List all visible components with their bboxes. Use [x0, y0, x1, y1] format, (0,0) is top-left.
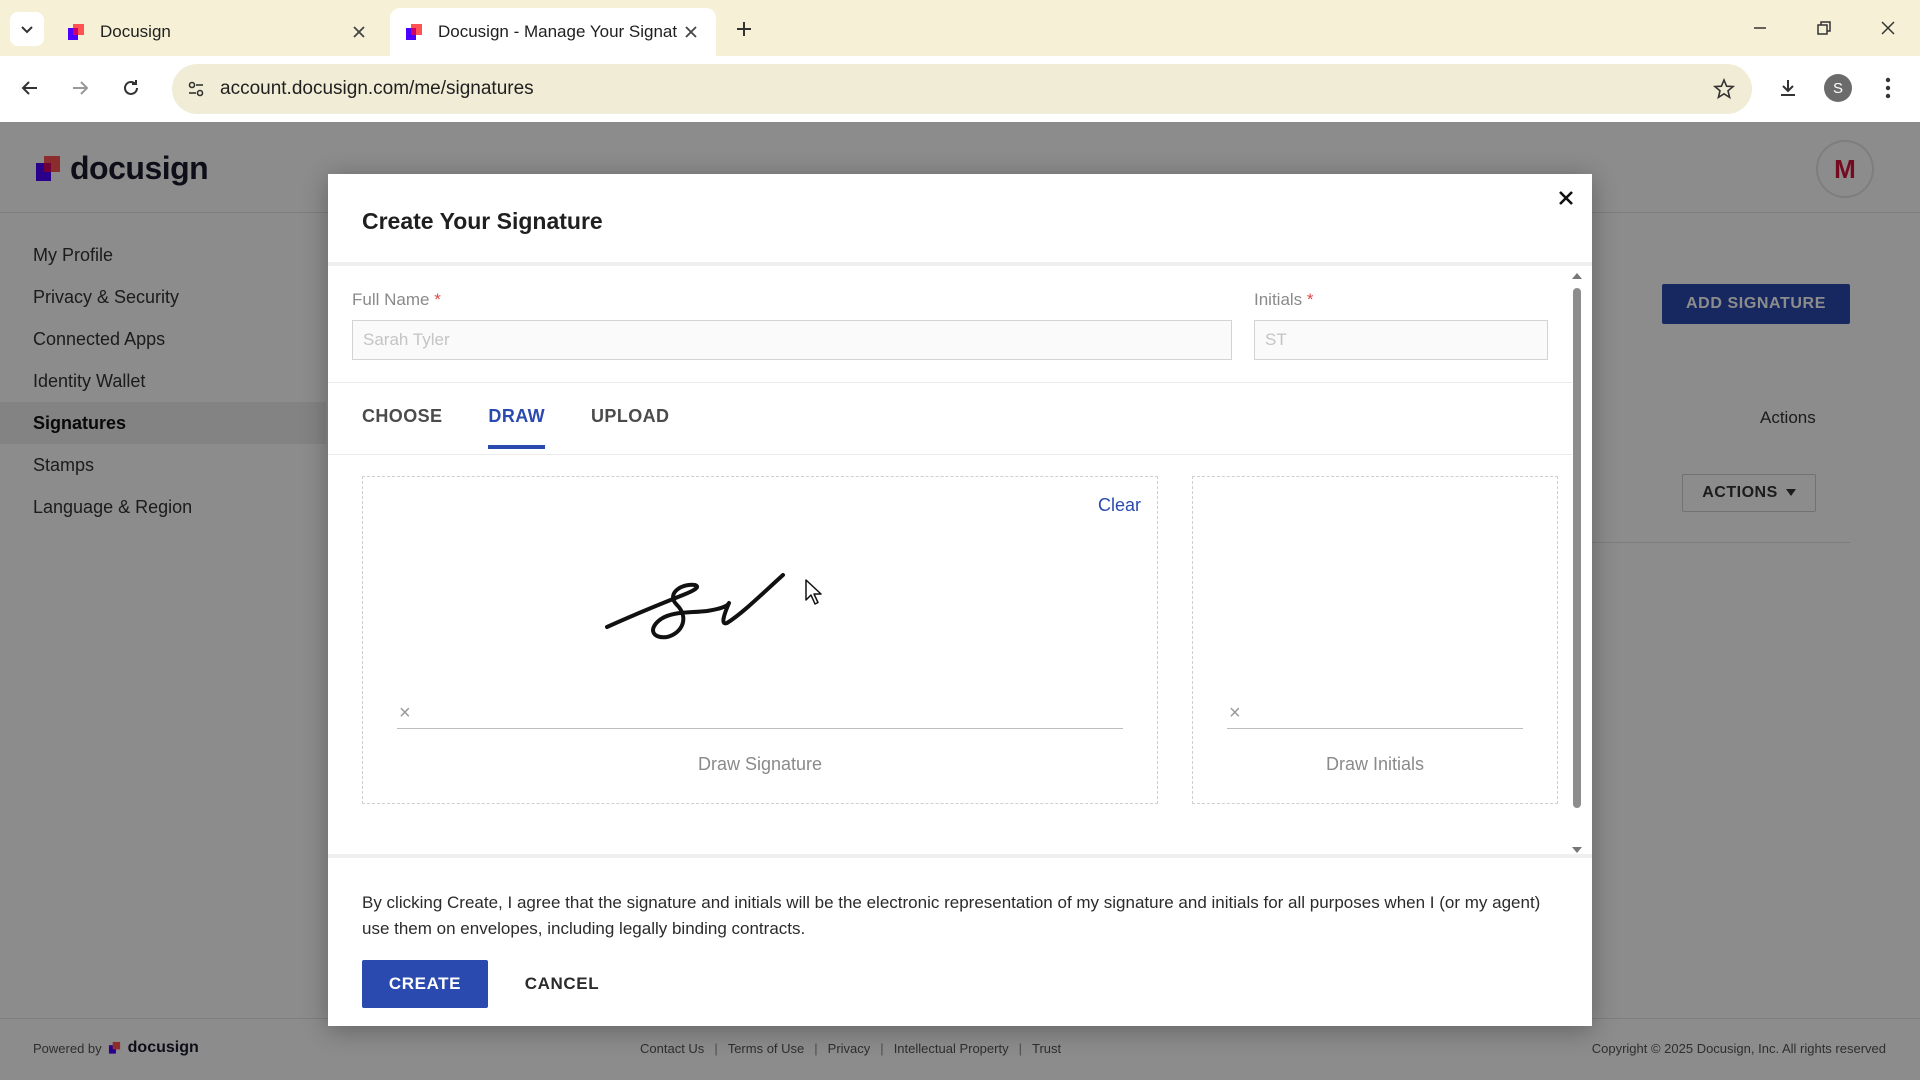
- cancel-button[interactable]: CANCEL: [512, 960, 612, 1008]
- chevron-down-icon: [21, 26, 33, 34]
- site-settings-icon[interactable]: [180, 73, 212, 105]
- forward-button[interactable]: [62, 70, 98, 106]
- initials-label-text: Initials: [1254, 290, 1303, 309]
- browser-menu-button[interactable]: [1870, 70, 1906, 106]
- modal-close-button[interactable]: [1550, 182, 1582, 214]
- minimize-button[interactable]: [1740, 10, 1780, 46]
- tab-upload[interactable]: UPLOAD: [591, 406, 669, 449]
- initials-field[interactable]: ST: [1254, 320, 1548, 360]
- tab-title: Docusign: [100, 22, 171, 41]
- sign-here-x-icon: ×: [399, 702, 411, 724]
- required-marker: *: [434, 290, 441, 309]
- new-tab-button[interactable]: [729, 14, 759, 44]
- legal-disclosure: By clicking Create, I agree that the sig…: [362, 893, 1541, 938]
- close-tab-icon[interactable]: [680, 21, 702, 43]
- arrow-left-icon: [21, 81, 37, 95]
- sign-here-x-icon: ×: [1229, 702, 1241, 724]
- full-name-field[interactable]: Sarah Tyler: [352, 320, 1232, 360]
- tab-title: Docusign - Manage Your Signat: [438, 22, 678, 41]
- tab-choose[interactable]: CHOOSE: [362, 406, 442, 449]
- draw-signature-pad[interactable]: Clear × Draw Signature: [362, 476, 1158, 804]
- clear-signature-link[interactable]: Clear: [1098, 495, 1141, 516]
- close-icon: [1559, 191, 1573, 205]
- draw-initials-caption: Draw Initials: [1325, 754, 1425, 774]
- window-close-button[interactable]: [1868, 10, 1908, 46]
- back-button[interactable]: [12, 70, 48, 106]
- create-signature-modal: Create Your Signature Full Name * Sarah …: [328, 174, 1592, 1026]
- footer-divider: [328, 854, 1592, 858]
- browser-toolbar: account.docusign.com/me/signatures S: [0, 56, 1920, 122]
- initials-label: Initials *: [1254, 290, 1314, 310]
- divider: [328, 454, 1572, 455]
- address-bar[interactable]: account.docusign.com/me/signatures: [172, 64, 1752, 114]
- browser-tabstrip: Docusign Docusign - Manage Your Signat: [0, 0, 1920, 56]
- mouse-cursor-icon: [805, 579, 822, 605]
- profile-button[interactable]: S: [1820, 70, 1856, 106]
- kebab-menu-icon: [1885, 77, 1891, 99]
- divider: [328, 382, 1572, 383]
- create-button[interactable]: CREATE: [362, 960, 488, 1008]
- url-text: account.docusign.com/me/signatures: [220, 78, 534, 99]
- required-marker: *: [1306, 290, 1314, 309]
- restore-button[interactable]: [1804, 10, 1844, 46]
- docusign-favicon-icon: [66, 22, 86, 42]
- browser-tab-docusign[interactable]: Docusign: [52, 8, 384, 56]
- plus-icon: [737, 22, 751, 36]
- full-name-label: Full Name *: [352, 290, 441, 310]
- scrollbar-thumb[interactable]: [1573, 288, 1581, 808]
- initials-baseline: [1227, 728, 1523, 729]
- tab-draw[interactable]: DRAW: [488, 406, 546, 449]
- modal-title: Create Your Signature: [362, 208, 603, 234]
- tab-search-button[interactable]: [10, 12, 44, 46]
- reload-icon: [124, 80, 138, 95]
- draw-signature-caption: Draw Signature: [697, 754, 823, 774]
- profile-initial: S: [1832, 79, 1843, 97]
- restore-icon: [1817, 21, 1831, 35]
- profile-avatar: S: [1824, 74, 1852, 102]
- signature-method-tabs: CHOOSE DRAW UPLOAD: [362, 406, 715, 449]
- minimize-icon: [1754, 27, 1766, 29]
- draw-initials-pad[interactable]: × Draw Initials: [1192, 476, 1558, 804]
- modal-header: Create Your Signature: [328, 174, 1592, 266]
- download-icon: [1781, 80, 1795, 96]
- scroll-down-icon: [1572, 847, 1582, 853]
- close-icon: [1881, 21, 1895, 35]
- modal-scrollbar[interactable]: [1570, 272, 1584, 854]
- docusign-favicon-icon: [404, 22, 424, 42]
- browser-tab-manage-signatures[interactable]: Docusign - Manage Your Signat: [390, 8, 716, 56]
- arrow-right-icon: [73, 81, 89, 95]
- drawn-signature-stroke: [605, 573, 785, 640]
- scroll-up-icon: [1572, 273, 1582, 279]
- close-tab-icon[interactable]: [348, 21, 370, 43]
- signature-baseline: [397, 728, 1123, 729]
- full-name-label-text: Full Name: [352, 290, 430, 309]
- reload-button[interactable]: [113, 70, 149, 106]
- downloads-button[interactable]: [1770, 70, 1806, 106]
- bookmark-star-icon[interactable]: [1708, 73, 1740, 105]
